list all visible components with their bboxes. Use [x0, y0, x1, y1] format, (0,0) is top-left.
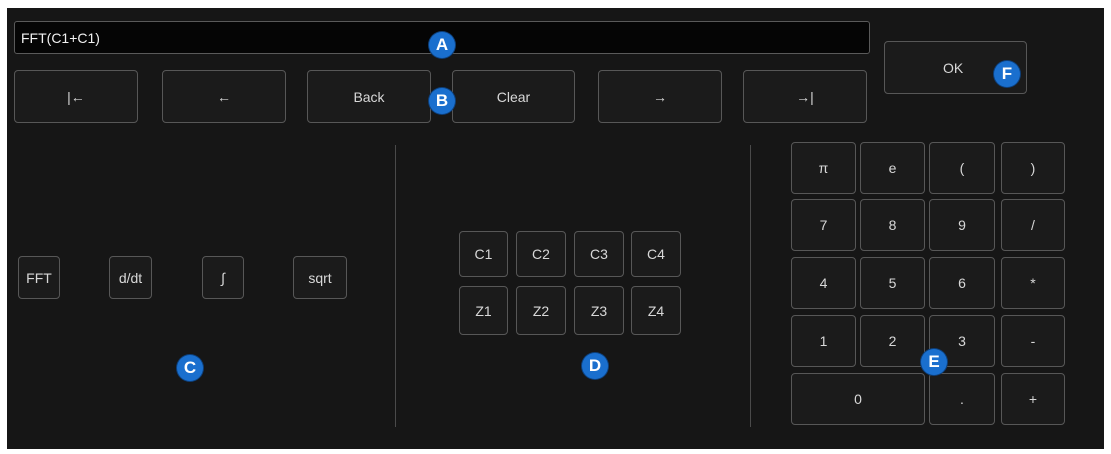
- key-0-button[interactable]: 0: [791, 373, 925, 425]
- key-0-label: 0: [854, 391, 862, 407]
- source-z2-button[interactable]: Z2: [516, 286, 566, 335]
- callout-c-badge: C: [177, 355, 203, 381]
- callout-a-badge: A: [429, 32, 455, 58]
- function-fft-label: FFT: [26, 269, 52, 286]
- cursor-end-button[interactable]: →|: [743, 70, 867, 123]
- key-multiply-button[interactable]: *: [1001, 257, 1065, 309]
- function-integral-button[interactable]: ∫: [202, 256, 244, 299]
- cursor-right-button[interactable]: →: [598, 70, 722, 123]
- source-c3-label: C3: [590, 246, 608, 262]
- key-3-label: 3: [958, 333, 966, 349]
- key-2-label: 2: [888, 333, 897, 349]
- ok-label: OK: [943, 59, 964, 76]
- section-divider-right: [750, 145, 751, 427]
- key-4-button[interactable]: 4: [791, 257, 856, 309]
- key-multiply-label: *: [1030, 275, 1036, 291]
- key-plus-button[interactable]: +: [1001, 373, 1065, 425]
- key-decimal-label: .: [960, 391, 964, 407]
- callout-f-badge: F: [994, 61, 1020, 87]
- function-sqrt-button[interactable]: sqrt: [293, 256, 347, 299]
- key-8-button[interactable]: 8: [860, 199, 925, 251]
- callout-b-badge: B: [429, 88, 455, 114]
- function-derivative-label: d/dt: [118, 269, 143, 286]
- key-1-button[interactable]: 1: [791, 315, 856, 367]
- key-plus-label: +: [1028, 391, 1038, 407]
- source-c1-label: C1: [474, 246, 493, 262]
- source-c4-label: C4: [647, 246, 665, 262]
- key-6-button[interactable]: 6: [929, 257, 995, 309]
- key-8-label: 8: [888, 217, 897, 233]
- key-divide-button[interactable]: /: [1001, 199, 1065, 251]
- source-z1-button[interactable]: Z1: [459, 286, 508, 335]
- back-button[interactable]: Back: [307, 70, 431, 123]
- key-e-label: e: [888, 160, 897, 176]
- source-c1-button[interactable]: C1: [459, 231, 508, 277]
- source-z4-button[interactable]: Z4: [631, 286, 681, 335]
- key-close-paren-button[interactable]: ): [1001, 142, 1065, 194]
- source-z2-label: Z2: [532, 302, 550, 319]
- math-editor-panel: FFT(C1+C1) |← ← Back Clear → →| OK FFT d…: [7, 8, 1104, 449]
- key-decimal-button[interactable]: .: [929, 373, 995, 425]
- cursor-home-label: |←: [67, 88, 85, 105]
- source-c2-button[interactable]: C2: [516, 231, 566, 277]
- key-minus-button[interactable]: -: [1001, 315, 1065, 367]
- clear-label: Clear: [496, 88, 531, 105]
- cursor-left-button[interactable]: ←: [162, 70, 286, 123]
- section-divider-left: [395, 145, 396, 427]
- function-fft-button[interactable]: FFT: [18, 256, 60, 299]
- key-9-label: 9: [958, 217, 966, 233]
- key-5-button[interactable]: 5: [860, 257, 925, 309]
- callout-e-badge: E: [921, 349, 947, 375]
- key-open-paren-button[interactable]: (: [929, 142, 995, 194]
- function-sqrt-label: sqrt: [308, 269, 332, 286]
- cursor-home-button[interactable]: |←: [14, 70, 138, 123]
- back-label: Back: [353, 88, 385, 105]
- key-pi-label: π: [818, 160, 829, 176]
- key-5-label: 5: [888, 275, 897, 291]
- key-open-paren-label: (: [959, 160, 965, 176]
- cursor-end-label: →|: [796, 88, 814, 105]
- source-z3-button[interactable]: Z3: [574, 286, 624, 335]
- source-z1-label: Z1: [475, 302, 492, 319]
- key-2-button[interactable]: 2: [860, 315, 925, 367]
- key-7-button[interactable]: 7: [791, 199, 856, 251]
- source-z3-label: Z3: [590, 302, 608, 319]
- source-c2-label: C2: [532, 246, 550, 262]
- source-c3-button[interactable]: C3: [574, 231, 624, 277]
- function-integral-label: ∫: [221, 269, 225, 286]
- key-divide-label: /: [1031, 217, 1035, 233]
- cursor-left-label: ←: [217, 88, 231, 105]
- key-close-paren-label: ): [1030, 160, 1036, 176]
- cursor-right-label: →: [653, 88, 667, 105]
- clear-button[interactable]: Clear: [452, 70, 575, 123]
- key-1-label: 1: [819, 333, 828, 349]
- key-e-button[interactable]: e: [860, 142, 925, 194]
- source-z4-label: Z4: [647, 302, 665, 319]
- key-minus-label: -: [1030, 333, 1036, 349]
- callout-d-badge: D: [582, 353, 608, 379]
- key-6-label: 6: [958, 275, 966, 291]
- key-pi-button[interactable]: π: [791, 142, 856, 194]
- source-c4-button[interactable]: C4: [631, 231, 681, 277]
- function-derivative-button[interactable]: d/dt: [109, 256, 152, 299]
- key-9-button[interactable]: 9: [929, 199, 995, 251]
- key-7-label: 7: [819, 217, 828, 233]
- key-4-label: 4: [819, 275, 828, 291]
